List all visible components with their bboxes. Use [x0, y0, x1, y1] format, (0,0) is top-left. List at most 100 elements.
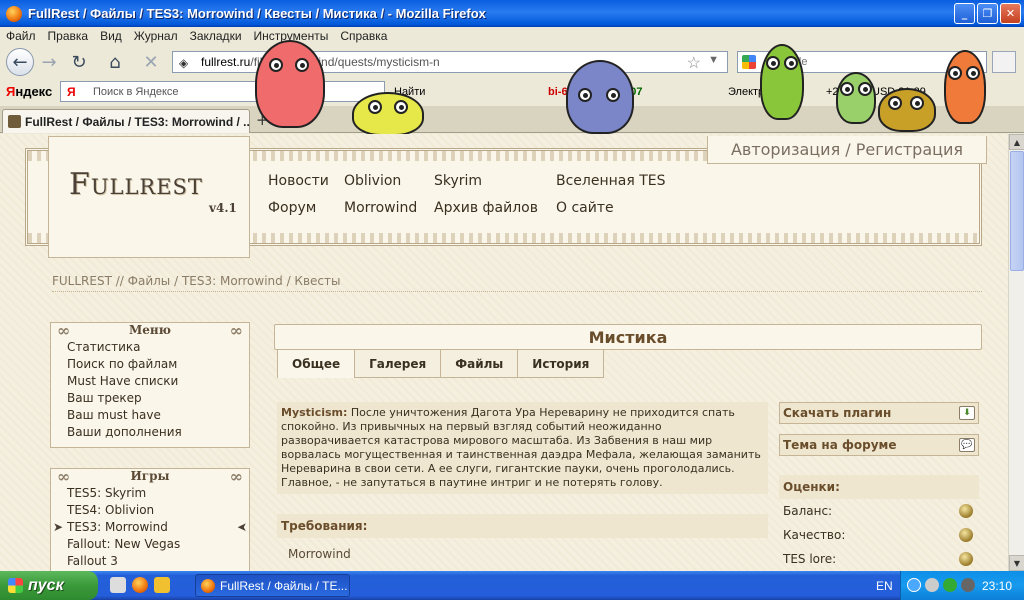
site-identity-icon[interactable]: ◈ [179, 56, 188, 70]
menu-help[interactable]: Справка [340, 29, 387, 43]
bookmark-star-icon[interactable]: ☆ [687, 53, 701, 73]
menu-history[interactable]: Журнал [134, 29, 178, 43]
owl-eye-icon [394, 100, 408, 114]
yandex-search-input[interactable]: Я Поиск в Яндексе [60, 81, 385, 102]
scroll-thumb[interactable] [1010, 151, 1024, 271]
download-icon: ⬇ [959, 406, 975, 420]
nav-about[interactable]: О сайте [556, 200, 614, 216]
owl-eye-icon [948, 66, 962, 80]
requirements-title: Требования: [277, 514, 768, 538]
auth-link[interactable]: Авторизация / Регистрация [707, 136, 987, 164]
yandex-logo[interactable]: Яндекс [6, 84, 52, 99]
reload-button[interactable]: ↻ [66, 49, 92, 75]
nav-oblivion[interactable]: Oblivion [344, 173, 401, 189]
description-lead: Mysticism: [281, 406, 348, 419]
quicklaunch-skull-icon[interactable] [110, 577, 126, 593]
requirement-item[interactable]: Morrowind [288, 547, 351, 561]
menu-item-tracker[interactable]: Ваш трекер [51, 390, 249, 407]
menu-file[interactable]: Файл [6, 29, 36, 43]
nav-news[interactable]: Новости [268, 173, 329, 189]
firefox-icon [6, 5, 22, 22]
owl-eye-icon [269, 58, 283, 72]
menu-item-search[interactable]: Поиск по файлам [51, 356, 249, 373]
owl-decoration [836, 72, 876, 124]
download-label: Скачать плагин [783, 406, 892, 420]
game-item-newvegas[interactable]: Fallout: New Vegas [51, 536, 249, 553]
url-host: fullrest.ru [201, 55, 251, 69]
quicklaunch-app-icon[interactable] [154, 577, 170, 593]
google-icon[interactable] [742, 55, 756, 69]
close-button[interactable]: ✕ [1000, 3, 1021, 24]
window-title: FullRest / Файлы / TES3: Morrowind / Кве… [28, 6, 486, 21]
menu-view[interactable]: Вид [100, 29, 122, 43]
back-arrow-icon: ← [12, 51, 28, 73]
games-box-title: Игры [51, 467, 249, 486]
game-item-fallout3[interactable]: Fallout 3 [51, 553, 249, 570]
tab-gallery[interactable]: Галерея [355, 350, 442, 378]
page-scrollbar[interactable]: ▲ ▼ [1008, 134, 1024, 571]
tray-network-icon[interactable] [925, 578, 939, 592]
menu-bookmarks[interactable]: Закладки [190, 29, 242, 43]
start-button[interactable]: пуск [0, 571, 98, 600]
owl-decoration [944, 50, 986, 124]
rating-coin-icon[interactable] [959, 552, 973, 566]
stop-button[interactable]: ✕ [138, 49, 164, 75]
menu-edit[interactable]: Правка [48, 29, 89, 43]
forward-button[interactable]: → [36, 49, 62, 75]
tray-arrow-icon[interactable] [907, 578, 921, 592]
menu-item-addons[interactable]: Ваши дополнения [51, 424, 249, 441]
forum-topic-button[interactable]: Тема на форуме 💬 [779, 434, 979, 456]
tray-volume-icon[interactable] [961, 578, 975, 592]
scroll-down-arrow-icon[interactable]: ▼ [1009, 555, 1024, 571]
owl-eye-icon [368, 100, 382, 114]
game-item-morrowind[interactable]: ➤ TES3: Morrowind ➤ [51, 519, 249, 536]
game-item-oblivion[interactable]: TES4: Oblivion [51, 502, 249, 519]
owl-eye-icon [966, 66, 980, 80]
forum-topic-label: Тема на форуме [783, 438, 897, 452]
taskbar-firefox-item[interactable]: FullRest / Файлы / TE... [195, 574, 350, 597]
tray-app-icon[interactable] [943, 578, 957, 592]
owl-eye-icon [606, 88, 620, 102]
taskbar-item-label: FullRest / Файлы / TE... [220, 578, 348, 593]
logo-text: Fullrest [69, 167, 203, 202]
url-dropdown-icon[interactable]: ▼ [708, 54, 719, 66]
language-indicator[interactable]: EN [876, 579, 893, 593]
download-button[interactable]: Скачать плагин ⬇ [779, 402, 979, 424]
minimize-button[interactable]: _ [954, 3, 975, 24]
rating-row: Качество: [779, 523, 979, 547]
url-bar[interactable]: ◈ fullrest.ru /files/morrowind/quests/my… [172, 51, 728, 73]
forward-arrow-icon: → [41, 51, 57, 73]
tab-fullrest[interactable]: FullRest / Файлы / TES3: Morrowind / ... [2, 109, 250, 133]
menu-item-stats[interactable]: Статистика [51, 339, 249, 356]
tab-files[interactable]: Файлы [441, 350, 519, 378]
maximize-button[interactable]: ❐ [977, 3, 998, 24]
nav-forum[interactable]: Форум [268, 200, 316, 216]
tab-general[interactable]: Общее [278, 350, 356, 378]
menu-item-musthave[interactable]: Must Have списки [51, 373, 249, 390]
rating-coin-icon[interactable] [959, 528, 973, 542]
page-button[interactable] [992, 51, 1016, 73]
rating-balance-label: Баланс: [783, 504, 833, 518]
owl-eye-icon [784, 56, 798, 70]
menu-item-your-musthave[interactable]: Ваш must have [51, 407, 249, 424]
nav-archive[interactable]: Архив файлов [434, 200, 538, 216]
owl-decoration [878, 88, 936, 132]
start-label: пуск [28, 576, 64, 594]
tab-history[interactable]: История [518, 350, 605, 378]
breadcrumb[interactable]: FULLREST // Файлы / TES3: Morrowind / Кв… [52, 274, 982, 292]
nav-morrowind[interactable]: Morrowind [344, 200, 417, 216]
window-controls: _ ❐ ✕ [954, 3, 1021, 24]
nav-skyrim[interactable]: Skyrim [434, 173, 482, 189]
nav-universe[interactable]: Вселенная TES [556, 173, 666, 189]
rating-coin-icon[interactable] [959, 504, 973, 518]
game-item-skyrim[interactable]: TES5: Skyrim [51, 485, 249, 502]
back-button[interactable]: ← [6, 48, 34, 76]
rating-row: TES lore: [779, 547, 979, 571]
arrow-right-icon: ➤ [53, 520, 64, 534]
mod-description: Mysticism: После уничтожения Дагота Ура … [277, 402, 768, 494]
home-button[interactable]: ⌂ [102, 49, 128, 75]
site-logo[interactable]: Fullrest v4.1 [48, 136, 250, 258]
scroll-up-arrow-icon[interactable]: ▲ [1009, 134, 1024, 150]
window-titlebar[interactable]: FullRest / Файлы / TES3: Morrowind / Кве… [0, 0, 1024, 27]
quicklaunch-firefox-icon[interactable] [132, 577, 148, 593]
